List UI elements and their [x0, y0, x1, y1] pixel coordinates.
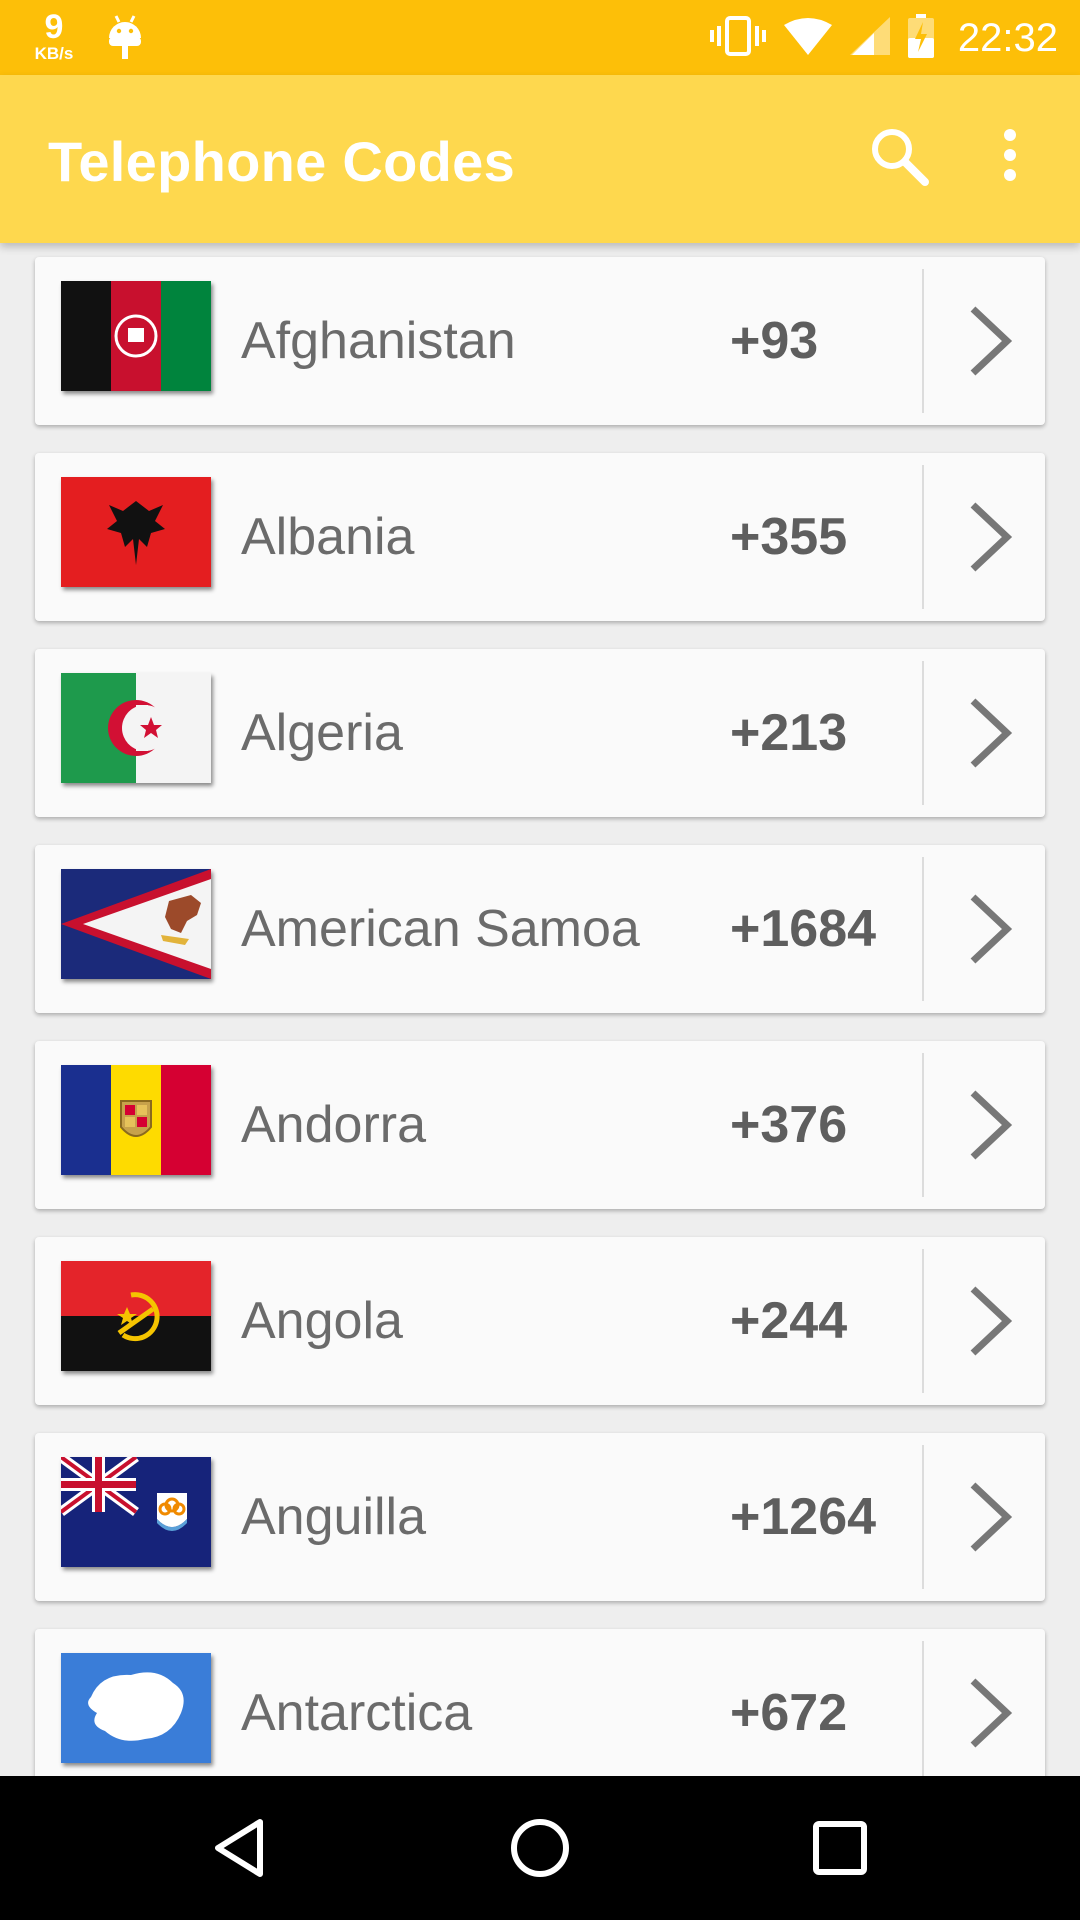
country-code: +376: [730, 1096, 848, 1154]
country-row-antarctica[interactable]: Antarctica +672: [35, 1629, 1045, 1776]
more-vert-icon: [1004, 129, 1016, 181]
country-name: Anguilla: [241, 1488, 427, 1546]
country-name: Albania: [241, 508, 415, 566]
country-row-anguilla[interactable]: Anguilla +1264: [35, 1433, 1045, 1601]
page-title: Telephone Codes: [48, 130, 516, 193]
search-icon: [872, 129, 929, 186]
status-icons: 22:32: [709, 12, 1058, 64]
country-name: Andorra: [241, 1096, 426, 1154]
row-divider: [922, 661, 924, 805]
battery-charging-icon: [907, 13, 934, 63]
app-bar: Telephone Codes: [0, 75, 1080, 243]
row-divider: [922, 1445, 924, 1589]
clock: 22:32: [957, 15, 1058, 60]
country-code: +213: [730, 704, 848, 762]
angola-flag-icon: [61, 1261, 211, 1371]
chevron-right-icon[interactable]: [965, 1281, 1015, 1361]
row-divider: [922, 857, 924, 1001]
vibrate-icon: [709, 15, 766, 61]
afghanistan-flag-icon: [61, 281, 211, 391]
network-speed-value: 9: [44, 8, 64, 46]
country-code: +1264: [730, 1488, 877, 1546]
country-row-andorra[interactable]: Andorra +376: [35, 1041, 1045, 1209]
algeria-flag-icon: [61, 673, 211, 783]
anguilla-flag-icon: [61, 1457, 211, 1567]
back-icon: [215, 1819, 263, 1877]
recents-button[interactable]: [804, 1812, 876, 1884]
wifi-icon: [783, 17, 832, 60]
back-button[interactable]: [204, 1812, 276, 1884]
home-button[interactable]: [504, 1812, 576, 1884]
country-row-american-samoa[interactable]: American Samoa +1684: [35, 845, 1045, 1013]
navigation-bar: [0, 1776, 1080, 1920]
row-divider: [922, 465, 924, 609]
country-code: +355: [730, 508, 848, 566]
country-row-albania[interactable]: Albania +355: [35, 453, 1045, 621]
country-name: Antarctica: [241, 1684, 473, 1742]
andorra-flag-icon: [61, 1065, 211, 1175]
chevron-right-icon[interactable]: [965, 497, 1015, 577]
country-name: American Samoa: [241, 900, 640, 958]
country-row-algeria[interactable]: Algeria +213: [35, 649, 1045, 817]
chevron-right-icon[interactable]: [965, 889, 1015, 969]
row-divider: [922, 269, 924, 413]
more-options-button[interactable]: [990, 125, 1030, 189]
recents-icon: [813, 1821, 867, 1875]
network-speed-unit: KB/s: [34, 44, 74, 63]
network-speed: 9 KB/s: [26, 10, 82, 62]
country-name: Angola: [241, 1292, 403, 1350]
country-row-angola[interactable]: Angola +244: [35, 1237, 1045, 1405]
country-list[interactable]: Afghanistan +93 Albania +355 Algeria +21…: [0, 243, 1080, 1776]
country-code: +1684: [730, 900, 877, 958]
chevron-right-icon[interactable]: [965, 1085, 1015, 1165]
chevron-right-icon[interactable]: [965, 301, 1015, 381]
row-divider: [922, 1249, 924, 1393]
antarctica-flag-icon: [61, 1653, 211, 1763]
country-name: Afghanistan: [241, 312, 516, 370]
android-debug-icon: [106, 14, 144, 65]
country-code: +93: [730, 312, 819, 370]
cell-signal-icon: [849, 16, 890, 60]
row-divider: [922, 1641, 924, 1776]
status-bar: 9 KB/s 22:32: [0, 0, 1080, 75]
country-code: +244: [730, 1292, 848, 1350]
albania-flag-icon: [61, 477, 211, 587]
chevron-right-icon[interactable]: [965, 1477, 1015, 1557]
home-icon: [511, 1819, 569, 1877]
chevron-right-icon[interactable]: [965, 693, 1015, 773]
chevron-right-icon[interactable]: [965, 1673, 1015, 1753]
search-button[interactable]: [868, 125, 932, 189]
row-divider: [922, 1053, 924, 1197]
american-samoa-flag-icon: [61, 869, 211, 979]
country-row-afghanistan[interactable]: Afghanistan +93: [35, 257, 1045, 425]
country-name: Algeria: [241, 704, 403, 762]
country-code: +672: [730, 1684, 848, 1742]
